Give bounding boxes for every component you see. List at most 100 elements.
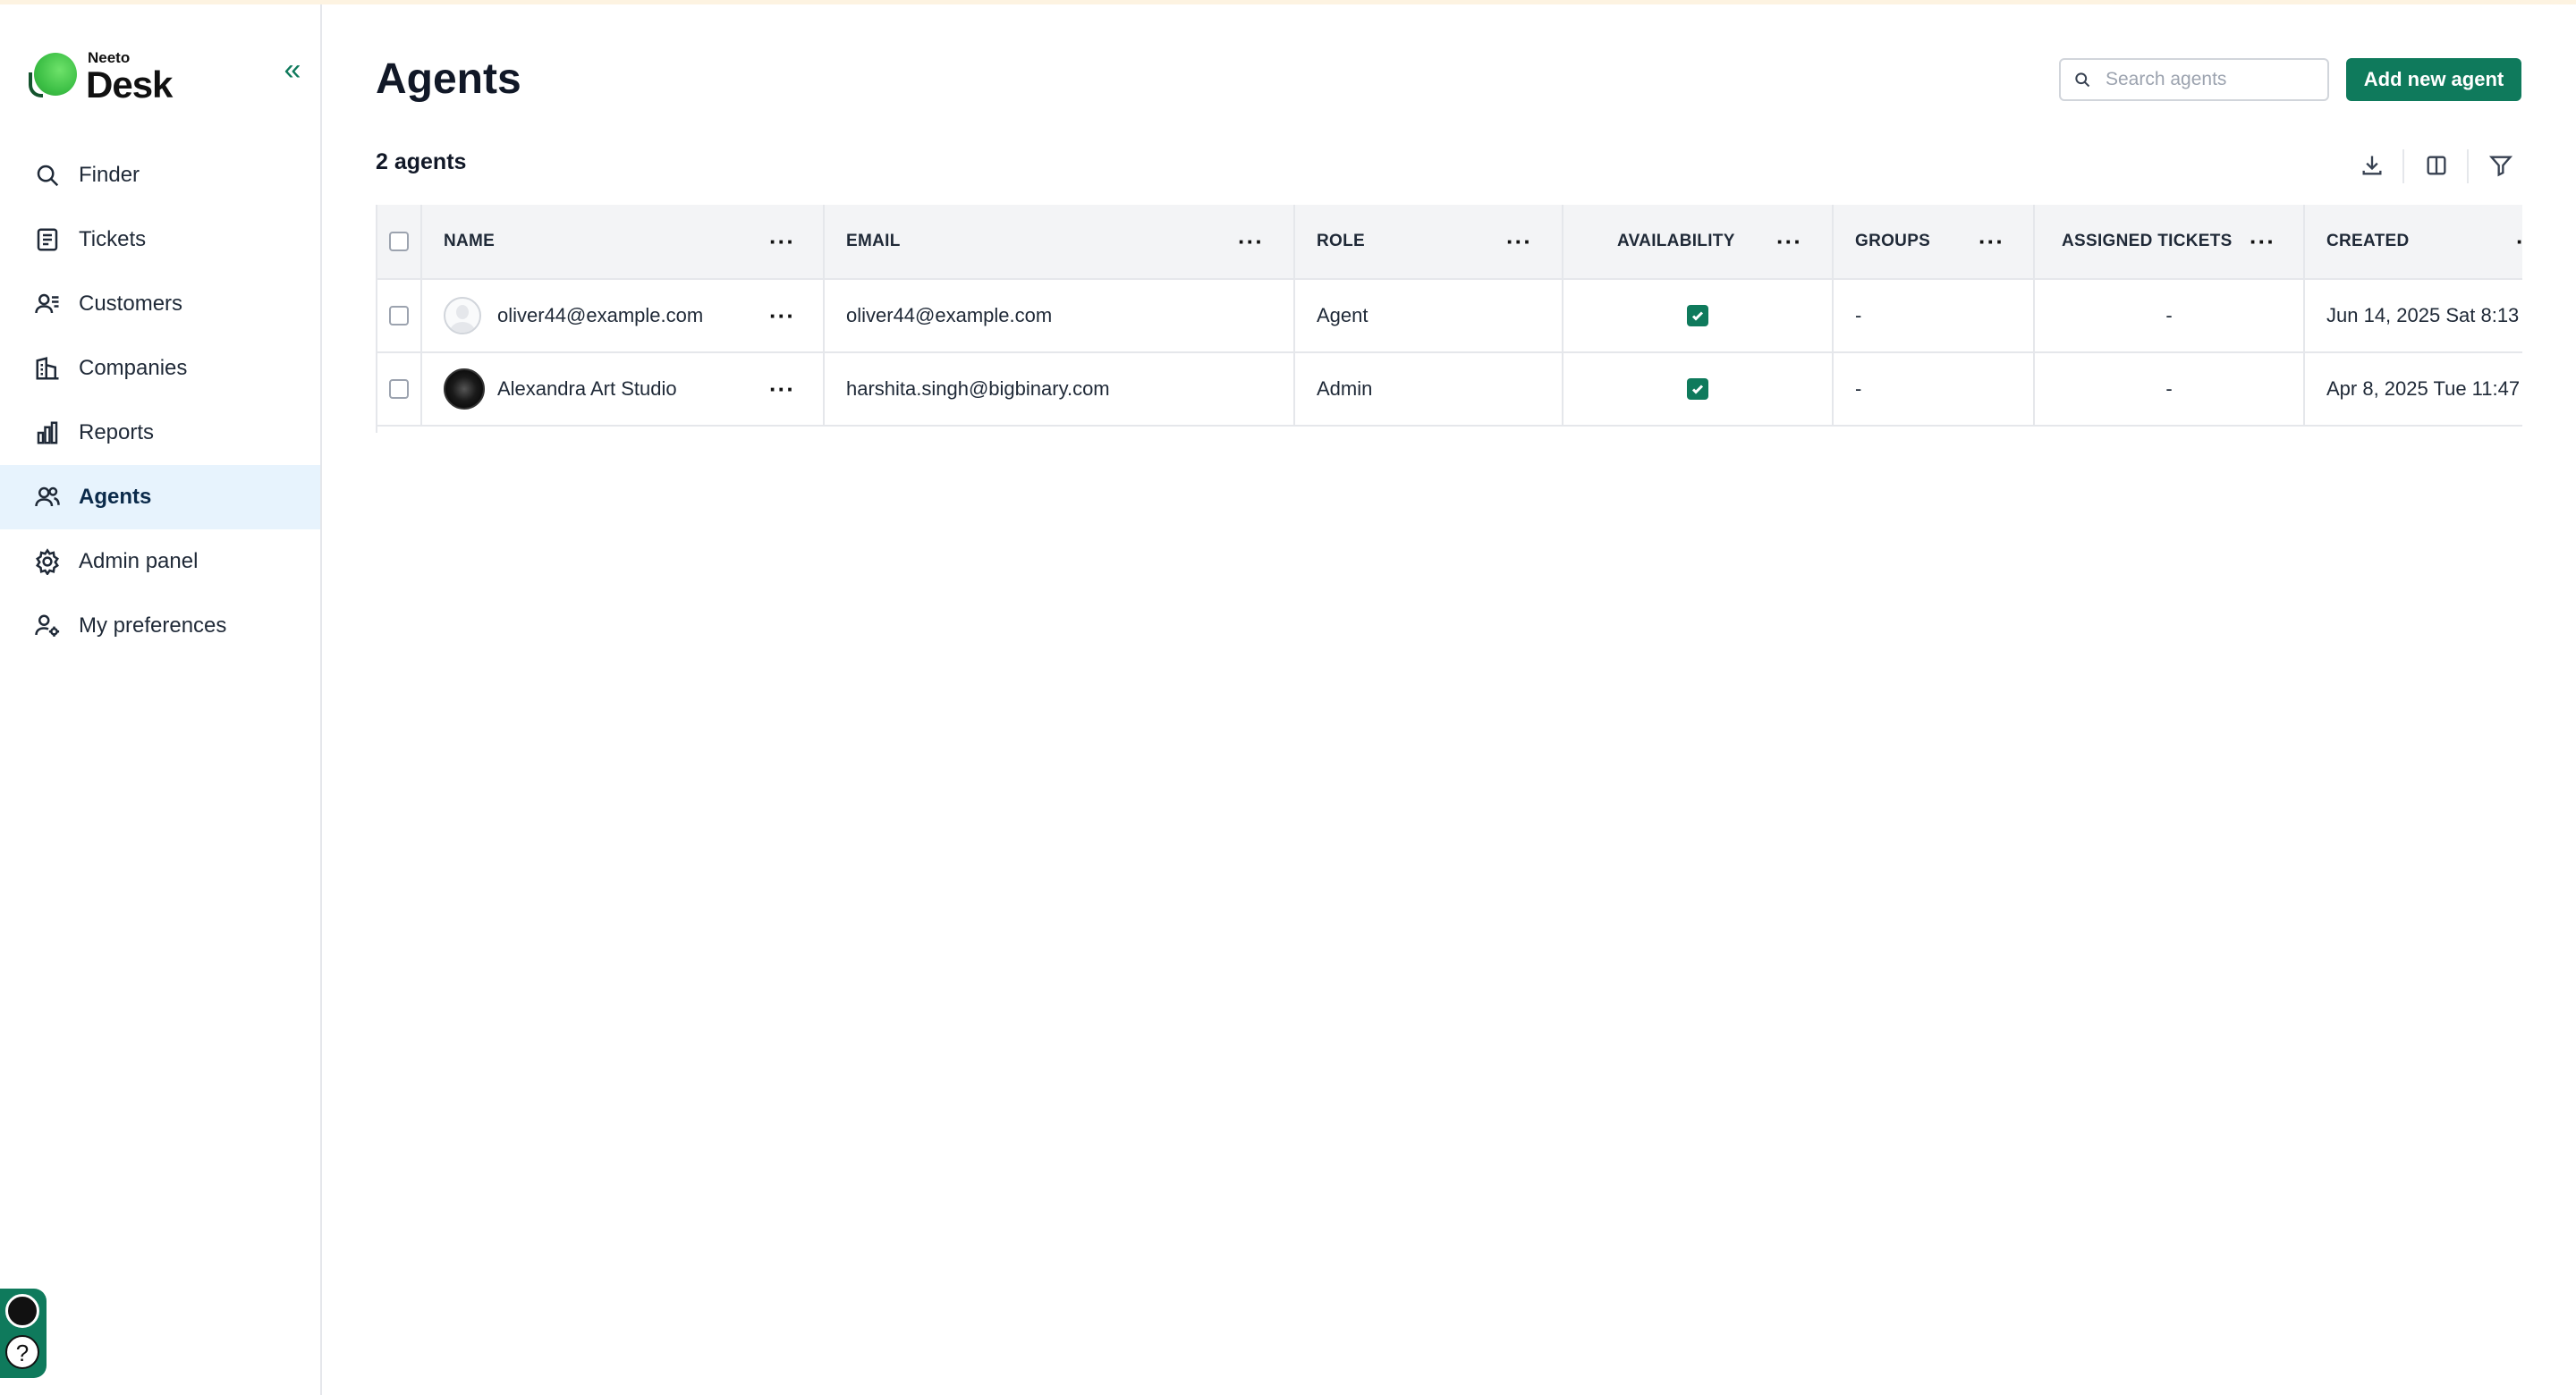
sidebar-item-agents[interactable]: Agents <box>0 465 320 529</box>
agents-icon <box>34 484 61 511</box>
column-header-groups[interactable]: GROUPS ··· <box>1834 205 2035 278</box>
agent-created: Jun 14, 2025 Sat 8:13 P <box>2326 304 2522 326</box>
agents-table: NAME ··· EMAIL ··· ROLE ··· AVAILABILITY… <box>376 205 2522 433</box>
column-menu-icon[interactable]: ··· <box>1979 230 2004 253</box>
filter-icon[interactable] <box>2483 148 2519 183</box>
user-settings-icon <box>34 613 61 639</box>
bottom-widget: ? <box>0 1289 47 1378</box>
agent-groups-cell: - <box>1834 280 2035 351</box>
select-all-cell <box>377 205 422 278</box>
agent-count: 2 agents <box>376 149 467 174</box>
sidebar-item-label: Tickets <box>79 227 147 251</box>
agent-role: Agent <box>1317 304 1368 326</box>
ticket-icon <box>34 226 61 253</box>
sidebar-item-companies[interactable]: Companies <box>0 336 320 401</box>
logo-product-text: Desk <box>86 63 173 106</box>
page-title: Agents <box>376 55 521 103</box>
agent-assigned: - <box>2165 377 2173 400</box>
sidebar-item-my-preferences[interactable]: My preferences <box>0 594 320 658</box>
search-icon <box>2075 72 2090 88</box>
agent-assigned: - <box>2165 304 2173 326</box>
add-new-agent-button[interactable]: Add new agent <box>2346 58 2521 101</box>
search-box[interactable] <box>2059 58 2329 101</box>
agent-assigned-cell: - <box>2035 353 2305 425</box>
agent-groups: - <box>1855 377 1862 400</box>
row-select-cell <box>377 353 422 425</box>
reports-icon <box>34 419 61 446</box>
column-menu-icon[interactable]: ··· <box>1776 230 1802 253</box>
sidebar-item-admin-panel[interactable]: Admin panel <box>0 529 320 594</box>
table-row[interactable]: Alexandra Art Studio ··· harshita.singh@… <box>377 353 2522 427</box>
row-checkbox[interactable] <box>389 306 409 326</box>
toolbar-divider <box>2402 149 2404 183</box>
row-select-cell <box>377 280 422 351</box>
agent-role-cell: Agent <box>1295 280 1563 351</box>
agent-email-cell: oliver44@example.com <box>825 280 1295 351</box>
column-header-role[interactable]: ROLE ··· <box>1295 205 1563 278</box>
checkmark-icon <box>1691 311 1704 321</box>
agent-role-cell: Admin <box>1295 353 1563 425</box>
agent-name-cell: Alexandra Art Studio ··· <box>422 353 825 425</box>
column-header-created[interactable]: CREATED ··· <box>2305 205 2522 278</box>
agent-name-cell: oliver44@example.com ··· <box>422 280 825 351</box>
availability-checkbox[interactable] <box>1687 305 1708 326</box>
select-all-checkbox[interactable] <box>389 232 409 251</box>
column-header-email[interactable]: EMAIL ··· <box>825 205 1295 278</box>
sidebar-nav: Finder Tickets Customers Companies Repor… <box>0 143 320 658</box>
companies-icon <box>34 355 61 382</box>
agent-availability-cell <box>1563 353 1834 425</box>
sidebar-item-label: My preferences <box>79 613 227 638</box>
availability-checkbox[interactable] <box>1687 378 1708 400</box>
sidebar-item-label: Companies <box>79 356 188 380</box>
agent-email: oliver44@example.com <box>846 304 1053 326</box>
sidebar-item-label: Admin panel <box>79 549 199 573</box>
column-label: CREATED <box>2326 232 2410 250</box>
row-actions-icon[interactable]: ··· <box>769 377 795 401</box>
sidebar-item-label: Finder <box>79 163 140 187</box>
table-row[interactable]: oliver44@example.com ··· oliver44@exampl… <box>377 280 2522 353</box>
logo-mark-icon <box>29 53 77 97</box>
agent-groups: - <box>1855 304 1862 326</box>
sidebar-item-reports[interactable]: Reports <box>0 401 320 465</box>
sidebar-item-customers[interactable]: Customers <box>0 272 320 336</box>
main-content: Agents Add new agent 2 agents NAME ··· E… <box>324 4 2576 1395</box>
columns-icon[interactable] <box>2419 148 2454 183</box>
avatar <box>444 297 481 334</box>
checkmark-icon <box>1691 385 1704 394</box>
download-icon[interactable] <box>2354 148 2390 183</box>
sidebar-item-label: Agents <box>79 485 152 509</box>
agent-name[interactable]: Alexandra Art Studio <box>497 377 677 401</box>
help-icon[interactable]: ? <box>5 1335 39 1369</box>
agent-email: harshita.singh@bigbinary.com <box>846 377 1110 400</box>
column-header-name[interactable]: NAME ··· <box>422 205 825 278</box>
row-checkbox[interactable] <box>389 379 409 399</box>
column-header-availability[interactable]: AVAILABILITY ··· <box>1563 205 1834 278</box>
sidebar-item-tickets[interactable]: Tickets <box>0 207 320 272</box>
column-menu-icon[interactable]: ··· <box>2516 230 2522 253</box>
sidebar-item-label: Reports <box>79 420 155 444</box>
search-input[interactable] <box>2106 69 2320 90</box>
agent-created: Apr 8, 2025 Tue 11:47 A <box>2326 377 2522 400</box>
search-icon <box>34 162 61 189</box>
column-menu-icon[interactable]: ··· <box>1506 230 1532 253</box>
profile-avatar[interactable] <box>5 1294 39 1328</box>
agent-name[interactable]: oliver44@example.com <box>497 304 703 327</box>
agent-created-cell: Jun 14, 2025 Sat 8:13 P <box>2305 280 2522 351</box>
column-label: AVAILABILITY <box>1617 232 1735 250</box>
agent-created-cell: Apr 8, 2025 Tue 11:47 A <box>2305 353 2522 425</box>
neeto-desk-logo[interactable]: Neeto Desk <box>29 46 213 108</box>
column-menu-icon[interactable]: ··· <box>2250 230 2275 253</box>
toolbar-divider <box>2467 149 2469 183</box>
gear-icon <box>34 548 61 575</box>
agent-role: Admin <box>1317 377 1373 400</box>
customers-icon <box>34 291 61 317</box>
sidebar: Neeto Desk « Finder Tickets Customers Co… <box>0 4 322 1395</box>
collapse-sidebar-icon[interactable]: « <box>277 55 308 87</box>
table-header: NAME ··· EMAIL ··· ROLE ··· AVAILABILITY… <box>377 205 2522 280</box>
column-menu-icon[interactable]: ··· <box>769 230 795 253</box>
row-actions-icon[interactable]: ··· <box>769 304 795 327</box>
sidebar-item-finder[interactable]: Finder <box>0 143 320 207</box>
agent-groups-cell: - <box>1834 353 2035 425</box>
column-header-assigned-tickets[interactable]: ASSIGNED TICKETS ··· <box>2035 205 2305 278</box>
column-menu-icon[interactable]: ··· <box>1238 230 1264 253</box>
